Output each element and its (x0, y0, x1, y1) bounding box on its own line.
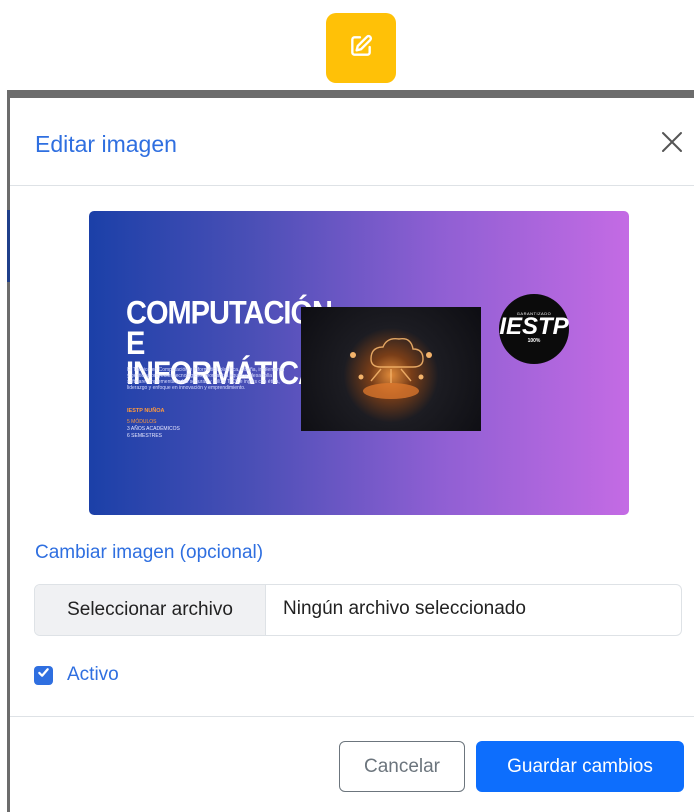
active-label: Activo (67, 664, 119, 685)
active-checkbox[interactable] (34, 665, 53, 685)
save-changes-button[interactable]: Guardar cambios (476, 741, 684, 792)
change-image-label: Cambiar imagen (opcional) (35, 542, 264, 563)
edit-image-modal: Editar imagen COMPUTACIÓN E INFORMÁTICA … (10, 98, 694, 812)
preview-semesters: 6 SEMESTRES (127, 433, 163, 439)
modal-footer: Cancelar Guardar cambios (10, 716, 694, 812)
image-preview: COMPUTACIÓN E INFORMÁTICA El Técnico en … (89, 211, 629, 515)
preview-badge: GARANTIZADO IESTP 100% (499, 294, 569, 364)
preview-years: 3 AÑOS ACADÉMICOS (127, 426, 180, 432)
edit-button[interactable] (326, 13, 396, 83)
preview-body-text: El Técnico en Computación e Informática … (127, 367, 285, 391)
file-status-text: Ningún archivo seleccionado (283, 598, 526, 619)
modal-header: Editar imagen (10, 98, 694, 186)
preview-modules: 5 MÓDULOS (127, 419, 157, 425)
close-button[interactable] (658, 128, 686, 156)
preview-meta: 5 MÓDULOS 3 AÑOS ACADÉMICOS 6 SEMESTRES (127, 419, 180, 440)
close-icon (658, 132, 686, 160)
modal-backdrop-top (10, 90, 694, 98)
preview-school: IESTP NUÑOA (127, 408, 165, 414)
file-input[interactable]: Seleccionar archivo Ningún archivo selec… (34, 584, 682, 636)
modal-backdrop-left (0, 90, 10, 812)
cancel-button[interactable]: Cancelar (339, 741, 465, 792)
badge-percent: 100% (527, 337, 541, 344)
preview-photo (301, 307, 481, 431)
edit-pencil-icon (348, 33, 374, 64)
badge-main-text: IESTP (499, 312, 569, 340)
active-toggle-row[interactable]: Activo (34, 664, 119, 686)
modal-title: Editar imagen (35, 131, 177, 157)
checkmark-icon (37, 666, 50, 684)
select-file-button[interactable]: Seleccionar archivo (35, 585, 266, 635)
